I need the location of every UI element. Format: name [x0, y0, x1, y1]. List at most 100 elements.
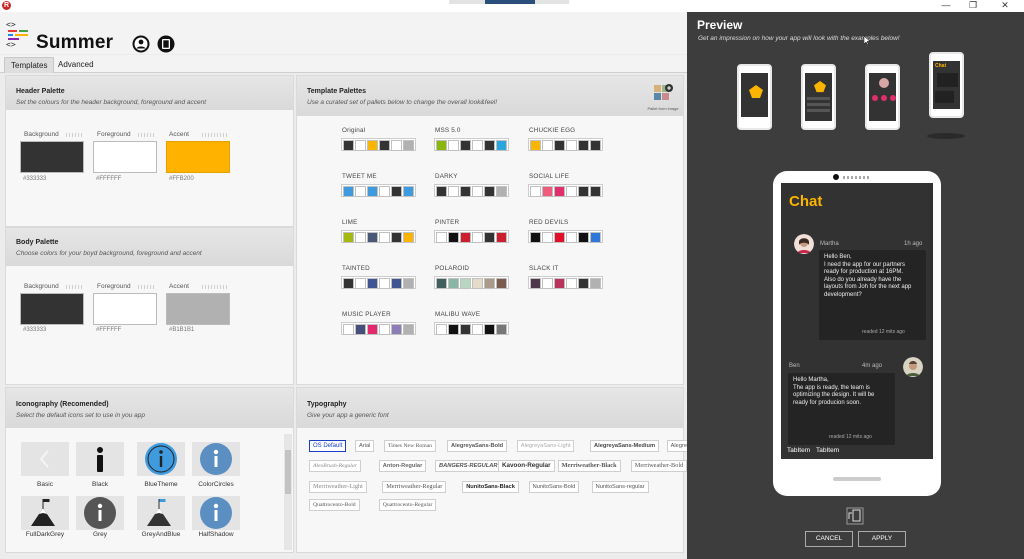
icon-set-black[interactable]: [76, 442, 124, 476]
palette-swatch-row[interactable]: [434, 138, 509, 151]
pallet-from-image-button[interactable]: Pallet from image: [647, 82, 679, 112]
font-option[interactable]: Kavoon-Regular: [498, 460, 555, 472]
font-option[interactable]: AlexBrush-Regular: [309, 460, 361, 472]
palette-color-swatch: [530, 278, 541, 289]
palette-color-swatch: [460, 186, 471, 197]
icon-set-halfshadow[interactable]: [192, 496, 240, 530]
scrollbar[interactable]: [284, 434, 292, 550]
panel-title: Template Palettes: [307, 88, 367, 95]
icon-set-colorcircles[interactable]: [192, 442, 240, 476]
maximize-button[interactable]: ❐: [962, 0, 984, 12]
palette-swatch-row[interactable]: [341, 184, 416, 197]
icon-set-bluetheme[interactable]: [137, 442, 185, 476]
font-option[interactable]: Merriweather-Regular: [382, 481, 447, 493]
palette-swatch-row[interactable]: [341, 322, 416, 335]
body-background-swatch[interactable]: [20, 293, 84, 325]
font-option[interactable]: Anton-Regular: [378, 460, 427, 472]
scrollbar-thumb[interactable]: [285, 450, 291, 494]
tab-templates[interactable]: Templates: [4, 57, 55, 73]
font-option[interactable]: Arial: [355, 440, 375, 452]
icon-set-greyandblue[interactable]: [137, 496, 185, 530]
palette-swatch-row[interactable]: [528, 138, 603, 151]
palette-swatch-row[interactable]: [528, 184, 603, 197]
palette-color-swatch: [436, 278, 447, 289]
header-foreground-swatch[interactable]: [93, 141, 157, 173]
icon-set-basic[interactable]: [21, 442, 69, 476]
apply-button[interactable]: APPLY: [858, 531, 906, 547]
palette-swatch-row[interactable]: [341, 276, 416, 289]
font-option[interactable]: Merriweather-Bold: [630, 460, 688, 472]
font-option[interactable]: Quattrocento-Bold: [309, 499, 360, 511]
tab-advanced[interactable]: Advanced: [52, 57, 100, 73]
palette-color-swatch: [460, 324, 471, 335]
chevron-left-icon: [39, 450, 49, 468]
preview-thumbnail-2[interactable]: [801, 64, 836, 130]
palette-swatch-row[interactable]: [434, 230, 509, 243]
icon-set-fulldarkgrey[interactable]: [21, 496, 69, 530]
icon-set-label: BlueTheme: [144, 481, 178, 488]
font-option[interactable]: NunitoSans-regular: [591, 481, 649, 493]
user-icon[interactable]: [132, 35, 150, 53]
font-option[interactable]: NunitoSans-Bold: [528, 481, 580, 493]
font-option[interactable]: NunitoSans-Black: [462, 481, 519, 493]
font-option[interactable]: Merriweather-Black: [557, 460, 621, 472]
palette-color-swatch: [542, 140, 553, 151]
font-option[interactable]: AlegreyaSans-Light: [516, 440, 575, 452]
palette-color-swatch: [484, 186, 495, 197]
panel-title: Body Palette: [16, 239, 59, 246]
palette-swatch-row[interactable]: [434, 184, 509, 197]
palette-swatch-row[interactable]: [434, 322, 509, 335]
minimize-button[interactable]: —: [935, 0, 957, 12]
palette-color-swatch: [542, 278, 553, 289]
preview-thumbnail-1[interactable]: [737, 64, 772, 130]
panel-subtitle: Choose colors for your boyd background, …: [16, 250, 202, 257]
font-option[interactable]: BANGERS-REGULAR: [435, 460, 502, 472]
body-accent-swatch[interactable]: [166, 293, 230, 325]
palette-swatch-row[interactable]: [341, 138, 416, 151]
chat-title: Chat: [789, 193, 823, 210]
palette-color-swatch: [554, 278, 565, 289]
palette-swatch-row[interactable]: [341, 230, 416, 243]
font-option[interactable]: Quattrocento-Regular: [378, 499, 437, 511]
panel-subtitle: Set the colours for the header backgroun…: [16, 99, 207, 106]
swatch-label: Background: [24, 131, 59, 138]
palette-color-swatch: [472, 232, 483, 243]
body-foreground-swatch[interactable]: [93, 293, 157, 325]
preview-thumbnail-4[interactable]: Chat: [929, 52, 964, 118]
palette-color-swatch: [472, 278, 483, 289]
palette-color-swatch: [355, 278, 366, 289]
palette-color-swatch: [484, 278, 495, 289]
preview-thumbnail-3[interactable]: [865, 64, 900, 130]
title-bar-accent: [485, 0, 535, 4]
header-accent-swatch[interactable]: [166, 141, 230, 173]
message-time: 1h ago: [904, 241, 923, 247]
palette-color-swatch: [367, 140, 378, 151]
iconography-panel: Iconography (Recomended) Select the defa…: [5, 387, 294, 553]
home-bar: [833, 477, 881, 481]
phone-tab-item[interactable]: TabItem: [787, 447, 810, 454]
phone-tab-item[interactable]: TabItem: [816, 447, 839, 454]
avatar: [903, 357, 923, 377]
palette-swatch-row[interactable]: [528, 276, 603, 289]
icon-set-label: GreyAndBlue: [141, 531, 181, 538]
font-option[interactable]: OS Default: [309, 440, 347, 452]
palette-swatch-row[interactable]: [528, 230, 603, 243]
cancel-button[interactable]: CANCEL: [805, 531, 853, 547]
cursor-icon: [864, 36, 870, 45]
icon-set-grey[interactable]: [76, 496, 124, 530]
palette-swatch-row[interactable]: [434, 276, 509, 289]
close-button[interactable]: ✕: [994, 0, 1016, 12]
app-header: <> <> Summer: [0, 12, 687, 54]
panel-subtitle: Give your app a generic font: [307, 412, 389, 419]
tablet-icon[interactable]: [157, 35, 175, 53]
font-option[interactable]: Merriweather-Light: [309, 481, 367, 493]
palette-color-swatch: [436, 186, 447, 197]
palette-color-swatch: [578, 278, 589, 289]
palette-color-swatch: [391, 324, 402, 335]
header-background-swatch[interactable]: [20, 141, 84, 173]
palette-color-swatch: [436, 140, 447, 151]
font-option[interactable]: AlegreyaSans-Medium: [590, 440, 660, 452]
font-option[interactable]: Times New Roman: [384, 440, 437, 452]
font-option[interactable]: AlegreyaSans-Bold: [447, 440, 508, 452]
rotate-device-icon[interactable]: [846, 507, 864, 525]
